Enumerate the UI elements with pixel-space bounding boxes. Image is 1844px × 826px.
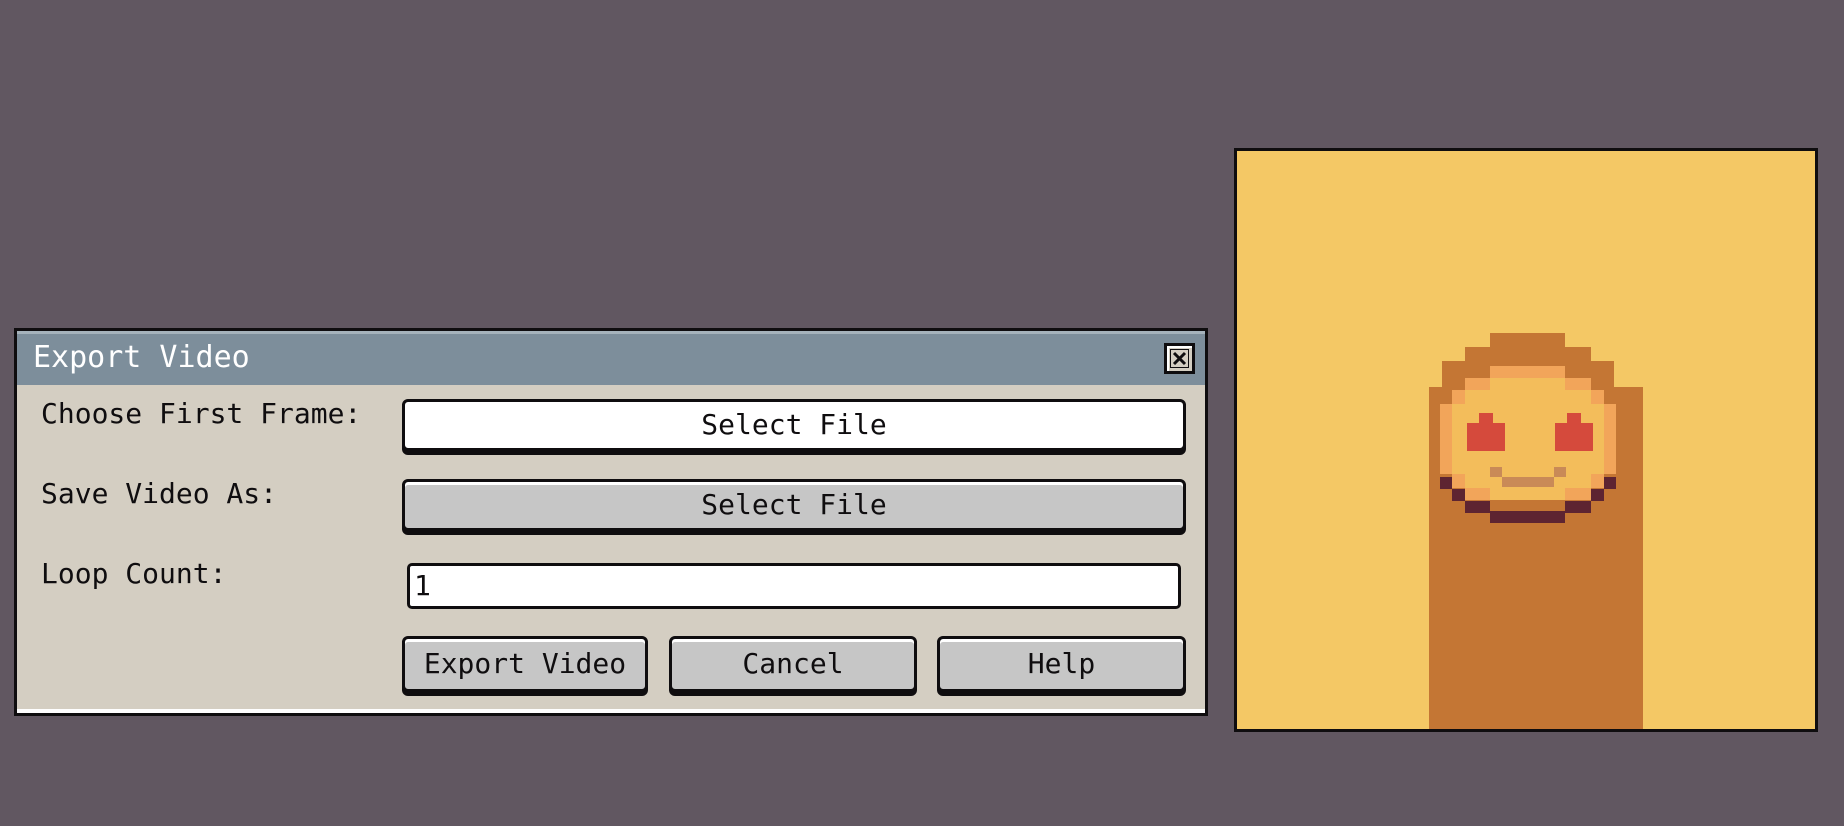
select-save-file-button[interactable]: Select File: [402, 479, 1186, 531]
pixel-smiley-character-icon: [1429, 333, 1643, 729]
dialog-title: Export Video: [33, 340, 250, 375]
export-video-button[interactable]: Export Video: [402, 636, 648, 692]
export-video-dialog: Export Video Choose First Frame: Select …: [14, 328, 1208, 716]
help-button[interactable]: Help: [937, 636, 1186, 692]
close-button[interactable]: [1164, 343, 1195, 374]
preview-canvas: [1234, 148, 1818, 732]
first-frame-label: Choose First Frame:: [41, 397, 362, 430]
select-first-frame-button[interactable]: Select File: [402, 399, 1186, 451]
dialog-titlebar[interactable]: Export Video: [17, 331, 1205, 385]
loop-count-input[interactable]: 1: [407, 563, 1181, 609]
cancel-button[interactable]: Cancel: [669, 636, 917, 692]
close-x-icon: [1170, 349, 1189, 368]
save-video-as-label: Save Video As:: [41, 477, 278, 510]
loop-count-label: Loop Count:: [41, 557, 227, 590]
